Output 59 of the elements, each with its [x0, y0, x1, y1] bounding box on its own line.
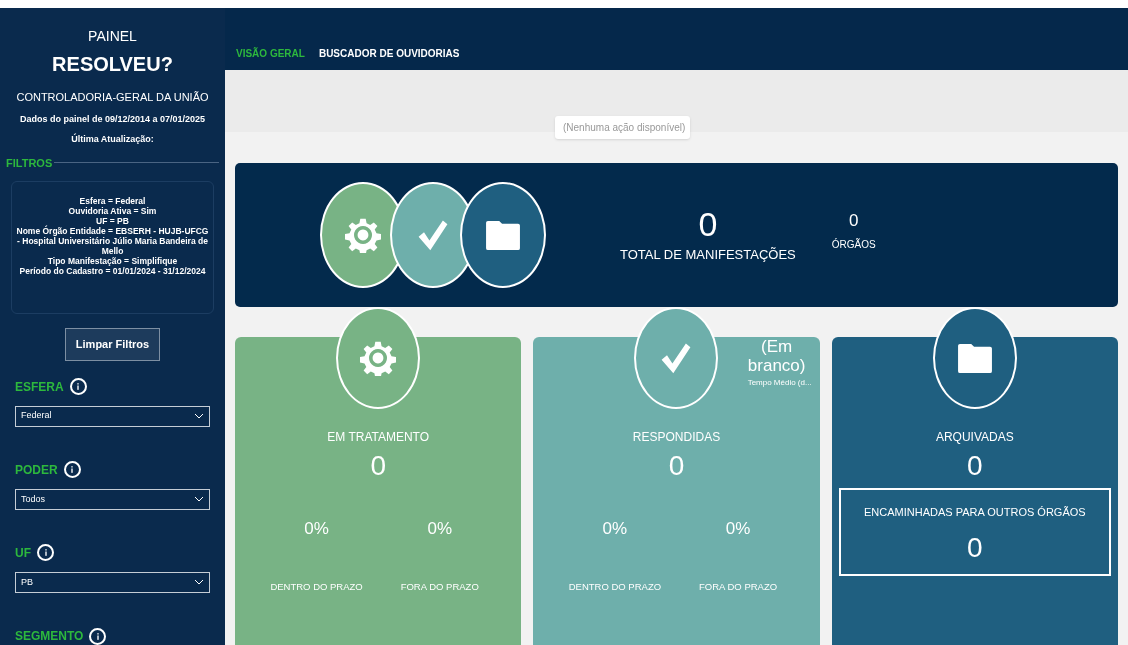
card-title: RESPONDIDAS: [632, 429, 721, 446]
gear-icon: [345, 217, 381, 253]
panel-title: RESOLVEU?: [52, 52, 173, 77]
dropdown-value: PB: [21, 575, 33, 589]
average-time-label: Tempo Médio (d...: [747, 377, 812, 389]
filter-summary: Esfera = Federal: [79, 196, 146, 206]
data-period: Dados do painel de 09/12/2014 a 07/01/2025: [19, 112, 206, 126]
percent-value: 0%: [601, 518, 629, 540]
dropdown-value: Todos: [21, 492, 46, 506]
dropdown-field[interactable]: PB: [15, 571, 210, 594]
nav-tab[interactable]: VISÃO GERAL: [236, 46, 305, 61]
dropdown-value: Federal: [21, 409, 52, 423]
panel-subtitle: PAINEL: [88, 27, 137, 46]
filters-heading: FILTROS: [6, 155, 53, 171]
gear-icon: [360, 340, 397, 376]
info-icon: [89, 627, 107, 645]
orgs-label: ÓRGÃOS: [831, 237, 876, 253]
filter-summary: Nome Órgão Entidade = EBSERH - HUJB-UFCG - Hospital Universitário Júlio Maria Bandeira de Mello: [16, 226, 209, 256]
filter-label: PODER: [15, 461, 58, 479]
filter-summary: Período do Cadastro = 01/01/2024 - 31/12/2024: [19, 266, 206, 276]
total-label: TOTAL DE MANIFESTAÇÕES: [620, 246, 796, 265]
last-update: Última Atualização:: [71, 133, 154, 146]
card-title: EM TRATAMENTO: [327, 429, 430, 446]
forwarded-value: 0: [967, 530, 983, 565]
chevron-down-icon: [194, 496, 204, 503]
actions-field: (Nenhuma ação disponível): [555, 116, 690, 139]
filter-summary: UF = PB: [96, 216, 129, 226]
org-name: CONTROLADORIA-GERAL DA UNIÃO: [16, 90, 209, 105]
chevron-down-icon: [194, 579, 204, 586]
card-value: 0: [668, 450, 685, 482]
info-icon: [37, 544, 54, 562]
filter-label: ESFERA: [15, 378, 64, 396]
nav-tab[interactable]: BUSCADOR DE OUVIDORIAS: [318, 46, 460, 61]
folder-icon: [484, 219, 522, 251]
card-title: ARQUIVADAS: [935, 429, 1014, 446]
percent-value: 0%: [426, 518, 454, 540]
info-icon: [63, 461, 81, 479]
card-value: 0: [967, 450, 983, 482]
percent-value: 0%: [724, 518, 752, 540]
average-time-value: (Em branco): [746, 337, 807, 375]
clear-filters-button[interactable]: Limpar Filtros: [64, 327, 161, 361]
info-icon: [69, 378, 87, 396]
deadline-label: DENTRO DO PRAZO: [269, 579, 364, 594]
deadline-label: DENTRO DO PRAZO: [567, 579, 663, 594]
forwarded-label: ENCAMINHADAS PARA OUTROS ÓRGÃOS: [864, 505, 1086, 520]
total-value: 0: [698, 205, 718, 244]
filter-summary: Tipo Manifestação = Simplifique: [47, 256, 178, 266]
deadline-label: FORA DO PRAZO: [399, 579, 480, 594]
card-value: 0: [370, 450, 386, 482]
deadline-label: FORA DO PRAZO: [698, 579, 779, 594]
dropdown-field[interactable]: Todos: [15, 488, 210, 510]
folder-icon: [955, 342, 994, 374]
percent-value: 0%: [303, 518, 330, 540]
orgs-value: 0: [849, 209, 859, 232]
filter-label: UF: [15, 544, 31, 562]
filter-label: SEGMENTO: [15, 628, 84, 645]
dropdown-field[interactable]: Federal: [15, 405, 210, 427]
filter-summary: Ouvidoria Ativa = Sim: [68, 206, 157, 216]
chevron-down-icon: [194, 413, 204, 420]
